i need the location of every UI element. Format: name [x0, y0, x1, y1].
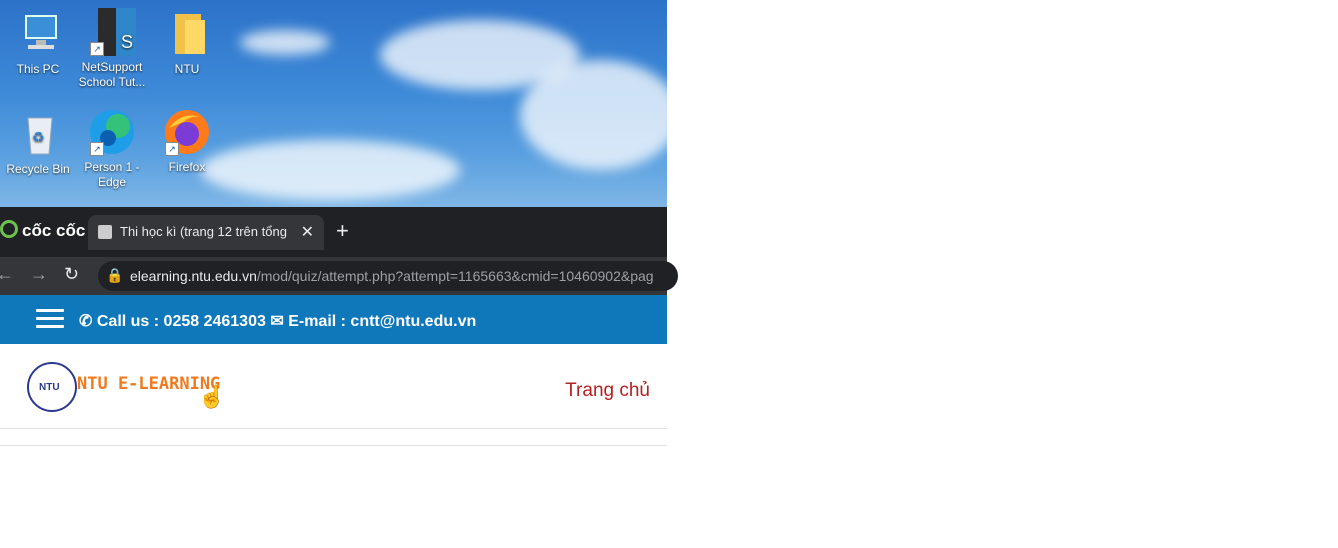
- address-url: elearning.ntu.edu.vn/mod/quiz/attempt.ph…: [130, 268, 654, 284]
- desktop-icon-label: Recycle Bin: [6, 162, 70, 176]
- email-icon: ✉: [270, 313, 284, 330]
- browser-brand-label: cốc cốc: [22, 221, 86, 240]
- firefox-icon: ↗: [163, 108, 211, 156]
- pointer-hand-icon: ☝: [198, 384, 226, 409]
- shortcut-arrow-icon: ↗: [90, 142, 104, 156]
- desktop-icon-label: This PC: [16, 62, 60, 76]
- contact-info: ✆ Call us : 0258 2461303 ✉ E-mail : cntt…: [79, 311, 476, 331]
- desktop-icon-edge[interactable]: ↗ Person 1 - Edge: [75, 108, 149, 190]
- desktop-icon-netsupport[interactable]: S ↗ NetSupport School Tut...: [75, 8, 149, 90]
- back-icon[interactable]: ←: [0, 264, 14, 285]
- coccoc-logo-icon: [0, 220, 18, 238]
- folder-icon: [163, 10, 211, 58]
- site-topbar: ✆ Call us : 0258 2461303 ✉ E-mail : cntt…: [0, 295, 667, 344]
- url-host: elearning.ntu.edu.vn: [130, 268, 257, 284]
- tab-title: Thi học kì (trang 12 trên tổng: [120, 224, 287, 239]
- ntu-logo-icon[interactable]: NTU: [27, 362, 77, 412]
- tab-close-icon[interactable]: ✕: [301, 222, 314, 242]
- contact-email[interactable]: E-mail : cntt@ntu.edu.vn: [288, 313, 476, 330]
- recycle-bin-icon: ♻: [14, 110, 62, 158]
- tab-favicon-icon: [98, 225, 112, 239]
- desktop-icon-ntu-folder[interactable]: NTU: [150, 10, 224, 77]
- url-path: /mod/quiz/attempt.php?attempt=1165663&cm…: [256, 268, 654, 284]
- nav-home-link[interactable]: Trang chủ: [565, 380, 650, 402]
- desktop-icon-firefox[interactable]: ↗ Firefox: [150, 108, 224, 175]
- browser-tab-bar: cốc cốc Thi học kì (trang 12 trên tổng ✕…: [0, 207, 667, 257]
- svg-text:♻: ♻: [32, 129, 45, 145]
- site-header: NTU NTU E-LEARNING ☝ Trang chủ: [0, 344, 667, 429]
- new-tab-button[interactable]: +: [336, 220, 349, 242]
- svg-text:S: S: [121, 32, 133, 52]
- browser-toolbar: ← → ↻ 🔒 elearning.ntu.edu.vn/mod/quiz/at…: [0, 257, 678, 295]
- desktop-icon-label: NetSupport School Tut...: [78, 60, 146, 89]
- computer-icon: [14, 10, 62, 58]
- address-bar[interactable]: 🔒 elearning.ntu.edu.vn/mod/quiz/attempt.…: [98, 261, 678, 291]
- content-divider: [0, 445, 667, 446]
- desktop-background: This PC S ↗ NetSupport School Tut... NTU…: [0, 0, 667, 207]
- desktop-icon-label: Firefox: [168, 160, 206, 174]
- lock-icon: 🔒: [106, 267, 124, 283]
- netsupport-icon: S ↗: [88, 8, 136, 56]
- forward-icon[interactable]: →: [30, 264, 48, 285]
- desktop-icon-label: Person 1 - Edge: [84, 160, 140, 189]
- desktop-icon-recycle-bin[interactable]: ♻ Recycle Bin: [1, 110, 75, 177]
- browser-tab-active[interactable]: Thi học kì (trang 12 trên tổng ✕: [88, 215, 324, 250]
- edge-icon: ↗: [88, 108, 136, 156]
- logo-badge: NTU: [39, 382, 60, 393]
- desktop-icon-this-pc[interactable]: This PC: [1, 10, 75, 77]
- menu-hamburger-icon[interactable]: [36, 309, 64, 329]
- shortcut-arrow-icon: ↗: [165, 142, 179, 156]
- web-page: ✆ Call us : 0258 2461303 ✉ E-mail : cntt…: [0, 295, 667, 548]
- browser-brand: cốc cốc: [0, 220, 85, 241]
- shortcut-arrow-icon: ↗: [90, 42, 104, 56]
- desktop-icon-label: NTU: [174, 62, 200, 76]
- reload-icon[interactable]: ↻: [64, 264, 79, 285]
- contact-phone: Call us : 0258 2461303: [96, 313, 266, 330]
- phone-icon: ✆: [79, 313, 93, 330]
